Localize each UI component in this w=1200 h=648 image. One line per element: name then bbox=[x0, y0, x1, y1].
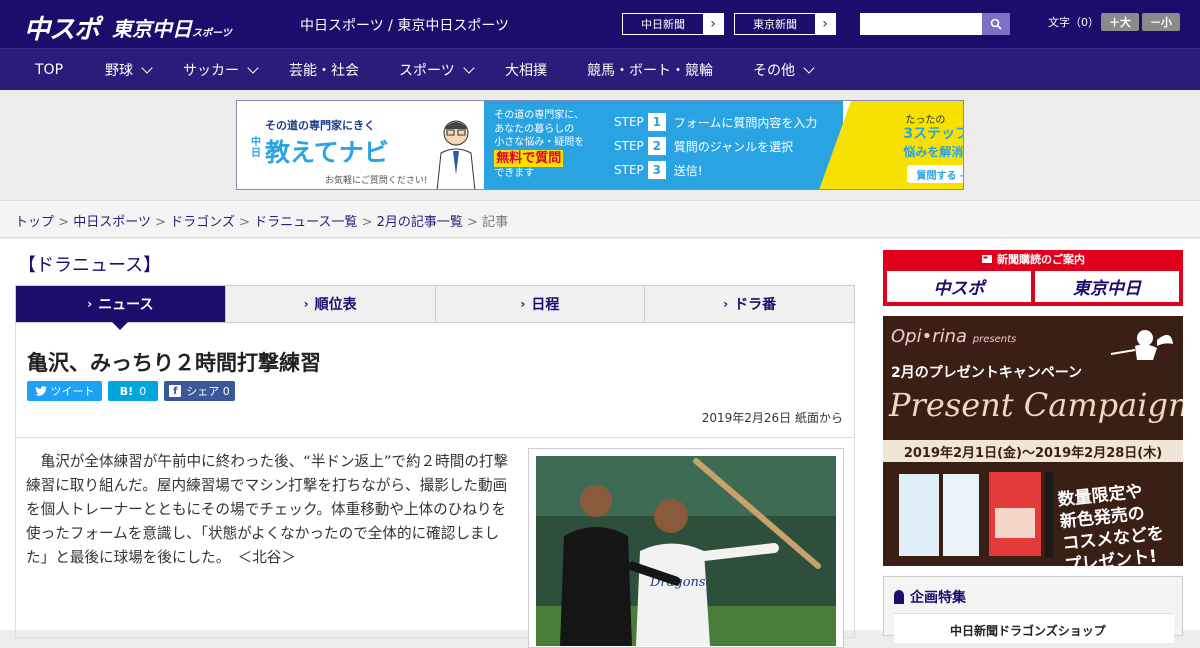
font-size-label: 文字（0） bbox=[1048, 16, 1099, 29]
breadcrumb: トップ > 中日スポーツ > ドラゴンズ > ドラニュース一覧 > 2月の記事一… bbox=[0, 200, 1200, 238]
banner-step: STEP 1 フォームに質問内容を入力 bbox=[614, 113, 818, 131]
nav-item-other[interactable]: その他 bbox=[753, 49, 815, 91]
breadcrumb-link[interactable]: 中日スポーツ bbox=[73, 215, 151, 230]
nav-item-sports[interactable]: スポーツ bbox=[399, 49, 475, 91]
nav-item-soccer[interactable]: サッカー bbox=[183, 49, 259, 91]
subscribe-tokyo-chunichi-link[interactable]: 東京中日 bbox=[1035, 271, 1179, 302]
ad-brand: Opi•rina presents bbox=[891, 326, 1017, 347]
article-photo: Dragons bbox=[536, 456, 836, 646]
feature-title: 企画特集 bbox=[894, 587, 966, 607]
ribbon-icon bbox=[894, 590, 904, 604]
site-logo[interactable]: 中スポ 東京中日スポーツ bbox=[24, 9, 232, 46]
banner-steps: STEP 1 フォームに質問内容を入力 STEP 2 質問のジャンルを選択 STEP 3 送… bbox=[604, 101, 844, 189]
chunichi-shimbun-button[interactable]: 中日新聞 › bbox=[622, 13, 724, 35]
feature-item[interactable]: 中日新聞ドラゴンズショップ bbox=[894, 613, 1174, 643]
tweet-button[interactable]: ツイート bbox=[27, 381, 102, 401]
category-tabs: › ニュース › 順位表 › 日程 › ドラ番 bbox=[15, 285, 855, 330]
chevron-down-icon bbox=[247, 62, 259, 74]
tab-dora-ban[interactable]: › ドラ番 bbox=[645, 286, 854, 322]
banner-description: その道の専門家に、 あなたの暮らしの 小さな悩み・疑問を 無料で質問 できます bbox=[484, 101, 605, 189]
banner-logo-area: その道の専門家にきく 中日 教えてナビ お気軽にご質問ください! bbox=[237, 101, 485, 189]
chevron-right-icon: › bbox=[815, 14, 835, 34]
search-icon bbox=[990, 18, 1002, 30]
banner-step: STEP 3 送信! bbox=[614, 161, 703, 179]
present-campaign-ad[interactable]: Opi•rina presents 2月のプレゼントキャンペーン Present… bbox=[883, 316, 1183, 566]
nav-item-baseball[interactable]: 野球 bbox=[105, 49, 153, 91]
article-dateline: 2019年2月26日 紙面から bbox=[701, 411, 843, 425]
chevron-down-icon bbox=[803, 62, 815, 74]
ad-period: 2019年2月1日(金)～2019年2月28日(木) bbox=[883, 440, 1183, 462]
cosmetics-products-icon bbox=[899, 472, 1053, 558]
expert-illustration-icon bbox=[436, 120, 476, 189]
article-body: 亀沢が全体練習が午前中に終わった後、“半ドン返上”で約２時間の打撃練習に取り組ん… bbox=[15, 438, 855, 648]
chevron-right-icon: › bbox=[703, 14, 723, 34]
ad-campaign-jp: 2月のプレゼントキャンペーン bbox=[891, 365, 1083, 381]
facebook-icon: f bbox=[169, 385, 182, 397]
chevron-right-icon: › bbox=[723, 297, 729, 311]
logo-chusupo: 中スポ bbox=[24, 15, 100, 45]
newspaper-icon bbox=[982, 255, 992, 263]
article-photo-frame[interactable]: Dragons bbox=[528, 448, 844, 648]
hatena-bookmark-button[interactable]: B! 0 bbox=[108, 381, 158, 401]
banner-title: 教えてナビ bbox=[265, 138, 389, 167]
twitter-bird-icon bbox=[34, 386, 47, 396]
banner-ask-button[interactable]: 質問する → bbox=[907, 165, 963, 183]
site-header: 中スポ 東京中日スポーツ 中日スポーツ / 東京中日スポーツ 中日新聞 › 東京… bbox=[0, 0, 1200, 48]
site-name-link[interactable]: 中日スポーツ / 東京中日スポーツ bbox=[300, 15, 509, 35]
tab-standings[interactable]: › 順位表 bbox=[226, 286, 436, 322]
chevron-down-icon bbox=[463, 62, 475, 74]
ad-limited-text: 数量限定や 新色発売の コスメなどを プレゼント! bbox=[1056, 481, 1165, 566]
subscribe-chusupo-link[interactable]: 中スポ bbox=[887, 271, 1031, 302]
chevron-right-icon: › bbox=[87, 297, 93, 311]
nav-item-racing[interactable]: 競馬・ボート・競輪 bbox=[587, 49, 713, 91]
chevron-right-icon: › bbox=[303, 297, 309, 311]
breadcrumb-link[interactable]: ドラゴンズ bbox=[170, 215, 235, 230]
batting-practice-photo: Dragons bbox=[536, 456, 836, 646]
article-text: 亀沢が全体練習が午前中に終わった後、“半ドン返上”で約２時間の打撃練習に取り組ん… bbox=[26, 453, 509, 566]
article-header: 亀沢、みっちり２時間打撃練習 ツイート B! 0 f シェア 0 2019年2月… bbox=[15, 323, 855, 438]
banner-step: STEP 2 質問のジャンルを選択 bbox=[614, 137, 794, 155]
breadcrumb-current: 記事 bbox=[482, 215, 509, 230]
tab-schedule[interactable]: › 日程 bbox=[436, 286, 646, 322]
breadcrumb-link[interactable]: ドラニュース一覧 bbox=[254, 215, 357, 230]
facebook-share-button[interactable]: f シェア 0 bbox=[164, 381, 235, 401]
font-smaller-button[interactable]: －小 bbox=[1142, 13, 1180, 31]
cupid-icon bbox=[1110, 330, 1173, 360]
article-headline: 亀沢、みっちり２時間打撃練習 bbox=[27, 351, 321, 375]
logo-tokyo-chunichi: 東京中日スポーツ bbox=[112, 17, 232, 41]
breadcrumb-link[interactable]: トップ bbox=[15, 215, 54, 230]
oshiete-navi-banner[interactable]: その道の専門家にきく 中日 教えてナビ お気軽にご質問ください! その道の専門家… bbox=[236, 100, 964, 190]
feature-section: 企画特集 中日新聞ドラゴンズショップ bbox=[883, 576, 1183, 643]
chevron-right-icon: › bbox=[520, 297, 526, 311]
banner-free-label: 無料で質問 bbox=[494, 149, 564, 168]
search-button[interactable] bbox=[982, 13, 1010, 35]
banner-note: お気軽にご質問ください! bbox=[325, 176, 428, 186]
ad-campaign-en: Present Campaign bbox=[889, 386, 1183, 424]
nav-item-entertainment[interactable]: 芸能・社会 bbox=[289, 49, 359, 91]
breadcrumb-link[interactable]: 2月の記事一覧 bbox=[377, 215, 463, 230]
subscription-banner[interactable]: 新聞購読のご案内 中スポ 東京中日 bbox=[883, 250, 1183, 306]
tab-news[interactable]: › ニュース bbox=[16, 286, 226, 330]
font-larger-button[interactable]: ＋大 bbox=[1101, 13, 1139, 31]
hatena-icon: B! bbox=[119, 384, 134, 398]
section-title: 【ドラニュース】 bbox=[18, 255, 162, 276]
nav-item-sumo[interactable]: 大相撲 bbox=[505, 49, 547, 91]
nav-item-top[interactable]: TOP bbox=[35, 49, 63, 91]
banner-title-small: 中日 bbox=[251, 137, 261, 159]
banner-tagline: その道の専門家にきく bbox=[265, 119, 375, 132]
search-input[interactable] bbox=[860, 13, 982, 35]
main-nav: TOP 野球 サッカー 芸能・社会 スポーツ 大相撲 競馬・ボート・競輪 その他 bbox=[0, 48, 1200, 90]
chevron-down-icon bbox=[141, 62, 153, 74]
tokyo-shimbun-button[interactable]: 東京新聞 › bbox=[734, 13, 836, 35]
